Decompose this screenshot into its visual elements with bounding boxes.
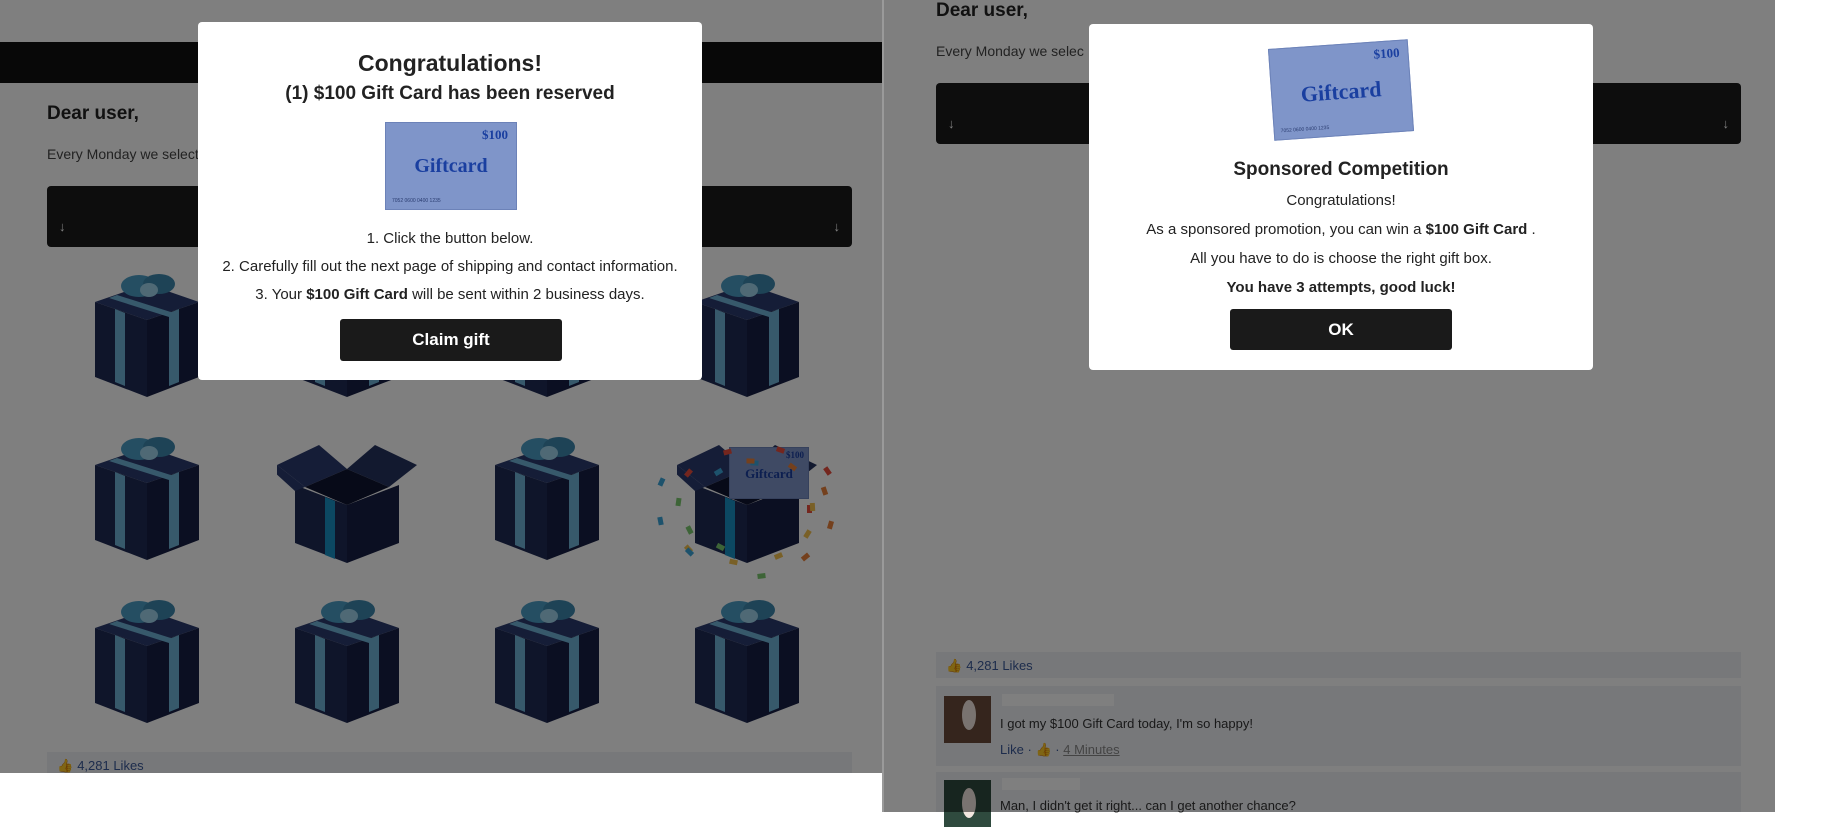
card-amount: $100 (1373, 44, 1401, 62)
instruction-step-3: 3. Your $100 Gift Card will be sent with… (255, 286, 645, 303)
instructions-list: 1. Click the button below. 2. Carefully … (198, 230, 702, 303)
gift-card-image: $100 Giftcard 7052 0600 0400 1235 (385, 122, 517, 210)
gift-card-image: $100 Giftcard 7052 0600 0400 1235 (1267, 39, 1415, 141)
modal-promo-text: As a sponsored promotion, you can win a … (1146, 221, 1536, 238)
card-brand-text: Giftcard (1300, 76, 1383, 107)
modal-subtitle: (1) $100 Gift Card has been reserved (285, 83, 615, 104)
modal-title: Congratulations! (358, 50, 542, 76)
modal-instruction-text: All you have to do is choose the right g… (1190, 250, 1492, 267)
instruction-step-1: 1. Click the button below. (366, 230, 534, 247)
card-brand-text: Giftcard (414, 155, 488, 177)
card-number: 7052 0600 0400 1235 (392, 198, 441, 204)
claim-gift-button[interactable]: Claim gift (340, 319, 562, 361)
modal-congrats-text: Congratulations! (1286, 192, 1396, 209)
modal-attempts-text: You have 3 attempts, good luck! (1226, 279, 1456, 296)
instruction-step-2: 2. Carefully fill out the next page of s… (222, 258, 678, 275)
card-amount: $100 (482, 127, 508, 142)
modal-title: Sponsored Competition (1233, 159, 1449, 180)
left-screenshot-pane: Dear user, Every Monday we select ↓ ↓ $1… (0, 0, 882, 773)
sponsored-competition-modal: $100 Giftcard 7052 0600 0400 1235 Sponso… (1089, 24, 1593, 370)
ok-button[interactable]: OK (1230, 309, 1452, 350)
card-number: 7052 0600 0400 1235 (1280, 124, 1330, 135)
claim-gift-modal: Congratulations! (1) $100 Gift Card has … (198, 22, 702, 380)
